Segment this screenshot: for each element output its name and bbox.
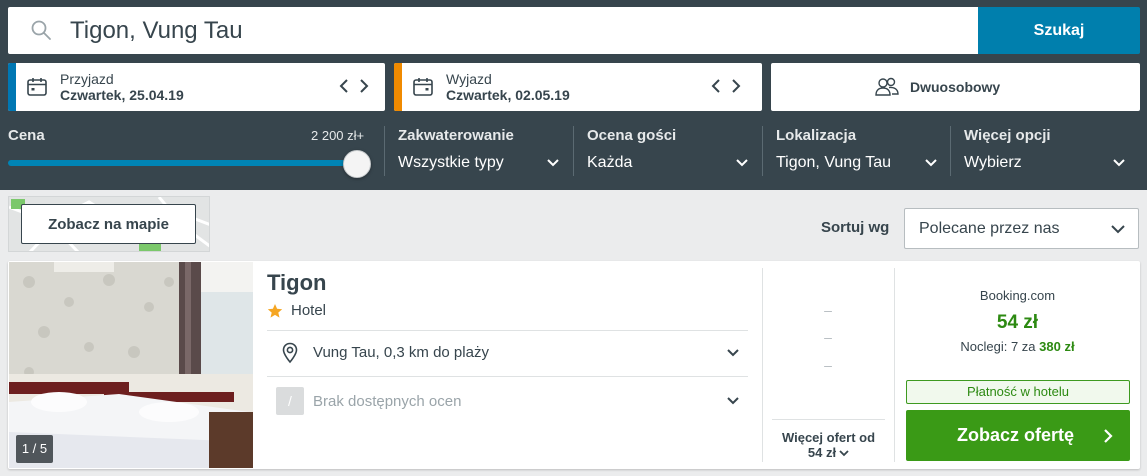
search-input[interactable]: Tigon, Vung Tau bbox=[8, 7, 978, 54]
divider bbox=[267, 330, 748, 331]
more-offers-price: 54 zł bbox=[807, 445, 837, 460]
filter-divider bbox=[573, 126, 574, 176]
chevron-down-icon[interactable] bbox=[726, 348, 740, 358]
rating-filter-value[interactable]: Każda bbox=[587, 154, 632, 172]
guests-selector[interactable]: Dwuosobowy bbox=[771, 63, 1140, 111]
nights-total: Noclegi: 7 za 380 zł bbox=[904, 339, 1131, 354]
price-slider-track[interactable] bbox=[8, 160, 358, 166]
alt-price-placeholder: – bbox=[824, 357, 832, 373]
price[interactable]: 54 zł bbox=[904, 312, 1131, 334]
hotel-location[interactable]: Vung Tau, 0,3 km do plaży bbox=[313, 344, 489, 361]
view-on-map-button[interactable]: Zobacz na mapie bbox=[21, 204, 196, 244]
filter-divider bbox=[762, 126, 763, 176]
checkout-accent-stripe bbox=[394, 63, 402, 111]
prev-date-icon[interactable] bbox=[336, 76, 352, 96]
rating-text[interactable]: Brak dostępnych ocen bbox=[313, 393, 461, 410]
nights-total-price: 380 zł bbox=[1039, 339, 1075, 354]
checkout-value: Czwartek, 02.05.19 bbox=[446, 87, 570, 103]
nights-prefix: Noclegi: 7 za bbox=[960, 339, 1036, 354]
more-options-value[interactable]: Wybierz bbox=[964, 154, 1022, 172]
checkin-label: Przyjazd bbox=[60, 71, 114, 87]
calendar-icon bbox=[27, 78, 47, 96]
divider bbox=[267, 376, 748, 377]
search-button[interactable]: Szukaj bbox=[978, 7, 1140, 54]
provider-name: Booking.com bbox=[979, 288, 1056, 303]
alt-price-placeholder: – bbox=[824, 329, 832, 345]
column-divider bbox=[894, 268, 895, 462]
next-date-icon[interactable] bbox=[356, 76, 372, 96]
price-filter-label: Cena bbox=[8, 127, 45, 144]
chevron-down-icon[interactable] bbox=[924, 157, 938, 169]
checkin-date-field[interactable]: Przyjazd Czwartek, 25.04.19 bbox=[8, 63, 385, 111]
view-deal-label: Zobacz ofertę bbox=[957, 425, 1075, 445]
filter-divider bbox=[384, 126, 385, 176]
chevron-down-icon[interactable] bbox=[546, 157, 560, 169]
sort-label: Sortuj wg bbox=[821, 219, 890, 236]
checkout-label: Wyjazd bbox=[446, 71, 492, 87]
calendar-icon bbox=[413, 78, 433, 96]
checkin-value: Czwartek, 25.04.19 bbox=[60, 87, 184, 103]
filter-divider bbox=[950, 126, 951, 176]
column-divider bbox=[762, 268, 763, 462]
accommodation-filter-label: Zakwaterowanie bbox=[398, 127, 514, 144]
chevron-down-icon[interactable] bbox=[726, 396, 740, 406]
more-offers-button[interactable]: Więcej ofert od 54 zł bbox=[772, 430, 885, 460]
star-icon bbox=[267, 304, 283, 318]
pay-at-hotel-badge: Płatność w hotelu bbox=[906, 380, 1130, 404]
more-offers-line1: Więcej ofert od bbox=[781, 430, 876, 445]
hotel-name[interactable]: Tigon bbox=[267, 270, 326, 296]
chevron-down-icon[interactable] bbox=[1112, 157, 1126, 169]
guests-label: Dwuosobowy bbox=[910, 79, 1001, 95]
search-icon bbox=[31, 20, 51, 40]
search-query: Tigon, Vung Tau bbox=[70, 17, 243, 44]
sort-value: Polecane przez nas bbox=[919, 220, 1060, 237]
hotel-type: Hotel bbox=[291, 302, 327, 319]
chevron-down-icon bbox=[839, 450, 849, 457]
rating-filter-label: Ocena gości bbox=[587, 127, 677, 144]
alt-price-placeholder: – bbox=[824, 302, 832, 318]
view-deal-button[interactable]: Zobacz ofertę bbox=[906, 410, 1130, 461]
location-pin-icon bbox=[282, 342, 298, 364]
accommodation-filter-value[interactable]: Wszystkie typy bbox=[398, 154, 504, 172]
chevron-down-icon[interactable] bbox=[735, 157, 749, 169]
rating-badge: / bbox=[276, 387, 304, 415]
sort-select[interactable]: Polecane przez nas bbox=[904, 208, 1139, 249]
chevron-right-icon bbox=[1104, 429, 1113, 443]
location-filter-value[interactable]: Tigon, Vung Tau bbox=[776, 154, 891, 172]
checkout-date-field[interactable]: Wyjazd Czwartek, 02.05.19 bbox=[394, 63, 762, 111]
price-slider-handle[interactable] bbox=[343, 150, 371, 178]
more-options-label: Więcej opcji bbox=[964, 127, 1051, 144]
prev-date-icon[interactable] bbox=[708, 76, 724, 96]
checkin-accent-stripe bbox=[8, 63, 16, 111]
next-date-icon[interactable] bbox=[728, 76, 744, 96]
location-filter-label: Lokalizacja bbox=[776, 127, 857, 144]
chevron-down-icon bbox=[1111, 225, 1125, 234]
price-max-label: 2 200 zł+ bbox=[311, 128, 365, 143]
divider bbox=[772, 419, 885, 420]
guests-icon bbox=[875, 77, 899, 96]
photo-counter: 1 / 5 bbox=[16, 435, 53, 463]
